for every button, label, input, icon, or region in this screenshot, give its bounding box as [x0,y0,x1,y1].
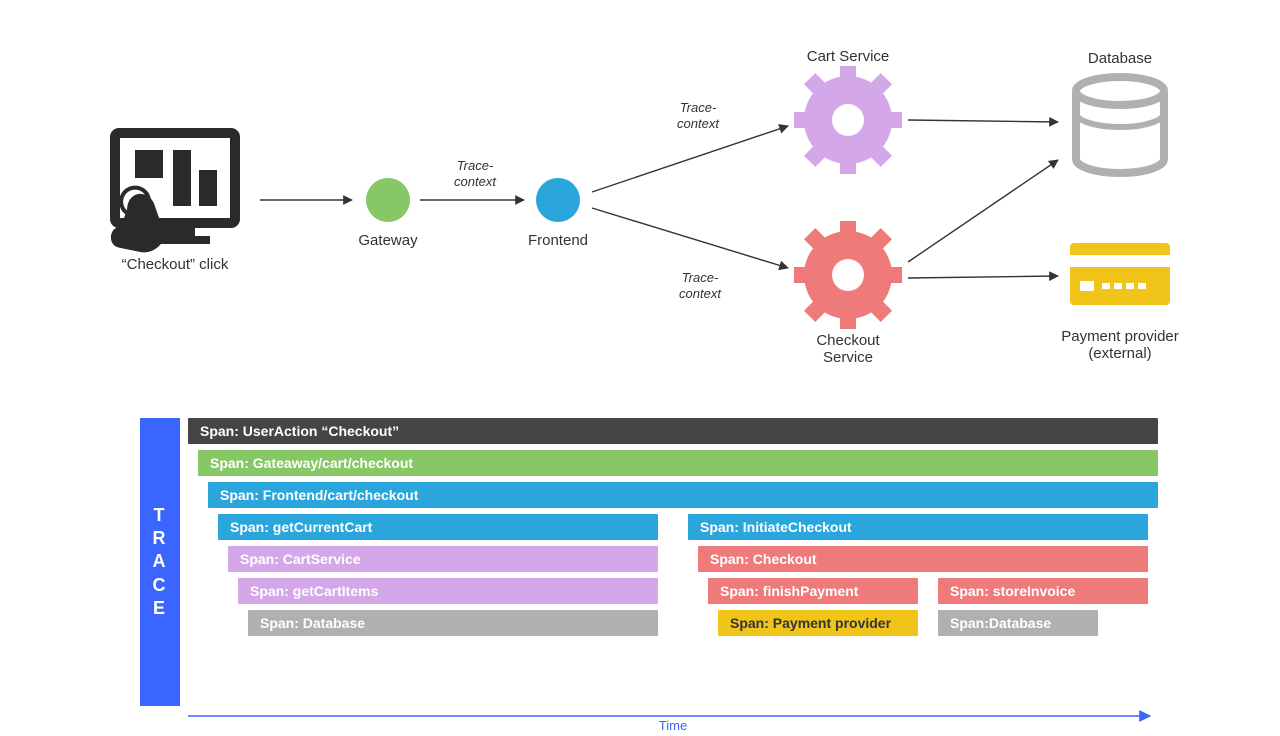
arrow-checkout-db [908,160,1058,262]
edge-label-gw-fe: Trace- context [435,158,515,189]
edge-label-fe-cart: Trace- context [658,100,738,131]
span-bar: Span:Database [938,610,1098,636]
span-bar: Span: Database [248,610,658,636]
span-bar: Span: finishPayment [708,578,918,604]
database-node [1076,77,1164,173]
arrow-cart-db [908,120,1058,122]
frontend-node [536,178,580,222]
checkout-click-icon [100,133,235,260]
arrow-checkout-payment [908,276,1058,278]
span-bar: Span: Checkout [698,546,1148,572]
span-bar: Span: CartService [228,546,658,572]
payment-provider-node [1070,243,1170,305]
time-axis-label: Time [188,718,1158,733]
trace-rail: TRACE [140,418,180,706]
checkout-service-node [794,221,902,329]
arrow-frontend-cart [592,126,788,192]
gateway-node [366,178,410,222]
span-bar: Span: storeInvoice [938,578,1148,604]
span-bar: Span: InitiateCheckout [688,514,1148,540]
checkout-service-label: Checkout Service [768,332,928,366]
gateway-label: Gateway [308,232,468,249]
edge-label-fe-chk: Trace- context [660,270,740,301]
frontend-label: Frontend [478,232,638,249]
span-bar: Span: Gateaway/cart/checkout [198,450,1158,476]
cart-service-node [794,66,902,174]
span-bar: Span: getCurrentCart [218,514,658,540]
payment-provider-label: Payment provider (external) [1040,328,1200,362]
span-bar: Span: UserAction “Checkout” [188,418,1158,444]
span-bar: Span: getCartItems [238,578,658,604]
cart-service-label: Cart Service [768,48,928,65]
checkout-click-label: “Checkout” click [95,256,255,273]
span-bar: Span: Payment provider [718,610,918,636]
span-bar: Span: Frontend/cart/checkout [208,482,1158,508]
database-label: Database [1040,50,1200,67]
